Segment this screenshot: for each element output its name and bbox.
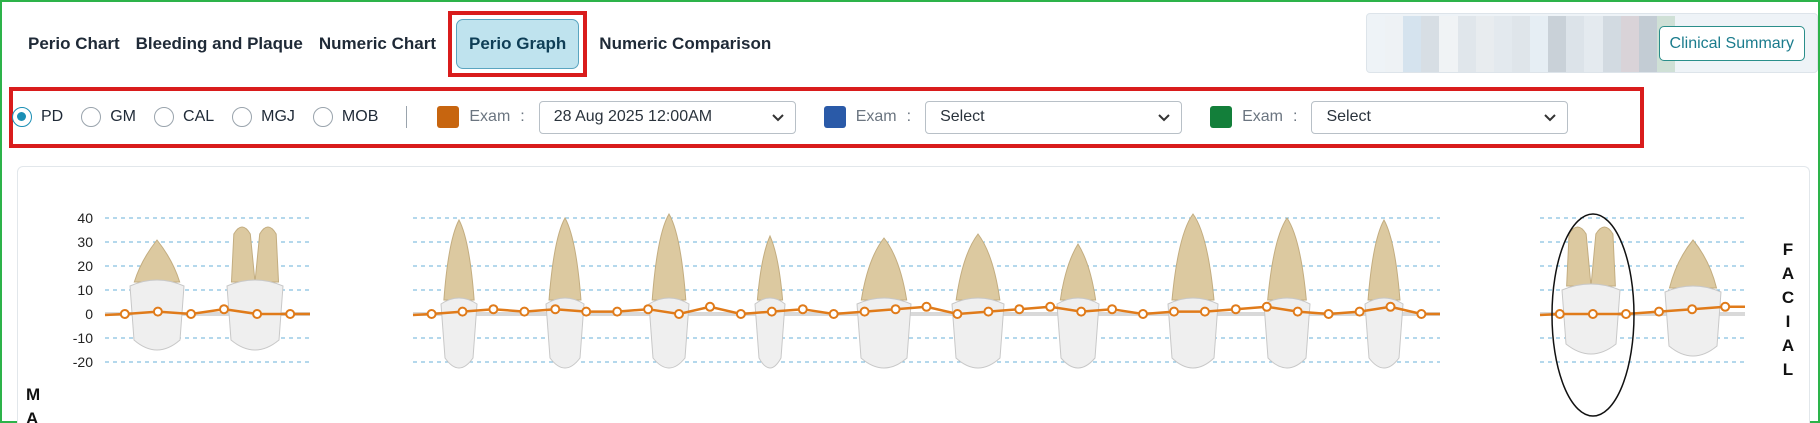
y-tick-label: -10 (73, 330, 93, 346)
pd-data-point (119, 309, 130, 319)
tooth-root (1367, 218, 1401, 301)
pd-data-point (1292, 306, 1303, 317)
pd-data-point (285, 309, 296, 319)
pd-data-point (797, 304, 808, 315)
pd-data-point (921, 301, 932, 312)
facial-side-label: FACIAL (1778, 238, 1798, 382)
pd-data-point (674, 309, 684, 319)
pd-data-point (550, 304, 561, 315)
pd-data-point (1323, 309, 1334, 319)
tooth-root (1059, 243, 1097, 301)
pd-data-point (1169, 306, 1179, 317)
pd-data-point (1045, 301, 1056, 312)
y-tick-label: 10 (77, 282, 93, 298)
tooth-root (955, 233, 1001, 301)
pd-data-point (488, 304, 499, 315)
y-tick-label: 40 (77, 210, 93, 226)
pd-data-point (859, 306, 870, 317)
pd-data-point (1107, 304, 1118, 315)
tooth-root (860, 237, 908, 301)
tooth-root (1590, 226, 1616, 287)
facial-letter: F (1782, 240, 1794, 259)
pd-data-point (186, 309, 196, 319)
pd-data-point (1261, 301, 1272, 312)
pd-data-point (1621, 309, 1631, 319)
side-letter: M (26, 385, 41, 404)
pd-data-point (890, 304, 901, 315)
pd-data-point (1654, 306, 1664, 317)
y-tick-label: 0 (85, 306, 93, 322)
tooth-root (230, 226, 256, 283)
pd-data-point (1554, 309, 1565, 319)
facial-letter: L (1782, 360, 1794, 379)
pd-data-point (705, 301, 715, 312)
pd-data-point (643, 304, 654, 315)
pd-data-point (426, 309, 437, 319)
y-tick-label: 20 (77, 258, 93, 274)
side-label-left: MA (26, 383, 40, 423)
facial-letter: A (1781, 336, 1795, 355)
facial-letter: A (1781, 264, 1795, 283)
pd-data-point (1720, 301, 1731, 312)
tooth-root (254, 226, 280, 283)
facial-letter: C (1781, 288, 1795, 307)
y-tick-label: 30 (77, 234, 93, 250)
tooth-crown (1664, 285, 1722, 357)
pd-data-point (1385, 301, 1396, 312)
side-letter: A (26, 409, 39, 423)
pd-data-point (983, 306, 994, 317)
tooth-root (1566, 226, 1592, 287)
tooth-root (548, 216, 582, 301)
perio-graph: 40 30 20 10 0 -10 -20 (73, 210, 1745, 417)
pd-data-point (735, 309, 746, 319)
tooth-root (443, 218, 475, 301)
tooth-root (1171, 213, 1215, 301)
tooth-root (133, 239, 181, 283)
facial-letter: I (1785, 312, 1791, 331)
pd-data-point (219, 304, 229, 315)
tooth-root (1267, 217, 1307, 301)
pd-data-point (1138, 309, 1148, 319)
pd-data-point (612, 306, 623, 317)
tooth-root (756, 234, 784, 301)
pd-data-point (1587, 309, 1598, 319)
tooth-root (1668, 239, 1718, 289)
pd-data-point (1416, 309, 1427, 319)
pd-data-point (828, 309, 839, 319)
tooth-root (651, 213, 687, 301)
pd-data-point (1014, 304, 1025, 315)
pd-data-point (1687, 304, 1698, 315)
pd-data-point (581, 306, 592, 317)
y-tick-label: -20 (73, 354, 93, 370)
pd-data-point (1354, 306, 1365, 317)
pd-data-point (252, 309, 263, 319)
pd-data-point (952, 309, 963, 319)
pd-data-point (457, 306, 468, 317)
pd-data-point (519, 306, 530, 317)
pd-data-point (1199, 306, 1210, 317)
pd-data-point (152, 306, 163, 317)
pd-data-point (766, 306, 777, 317)
tooth-crown (1561, 283, 1621, 355)
tooth-crown (951, 297, 1005, 369)
pd-data-point (1230, 304, 1241, 315)
pd-data-point (1076, 306, 1087, 317)
tooth-crown (648, 297, 690, 369)
